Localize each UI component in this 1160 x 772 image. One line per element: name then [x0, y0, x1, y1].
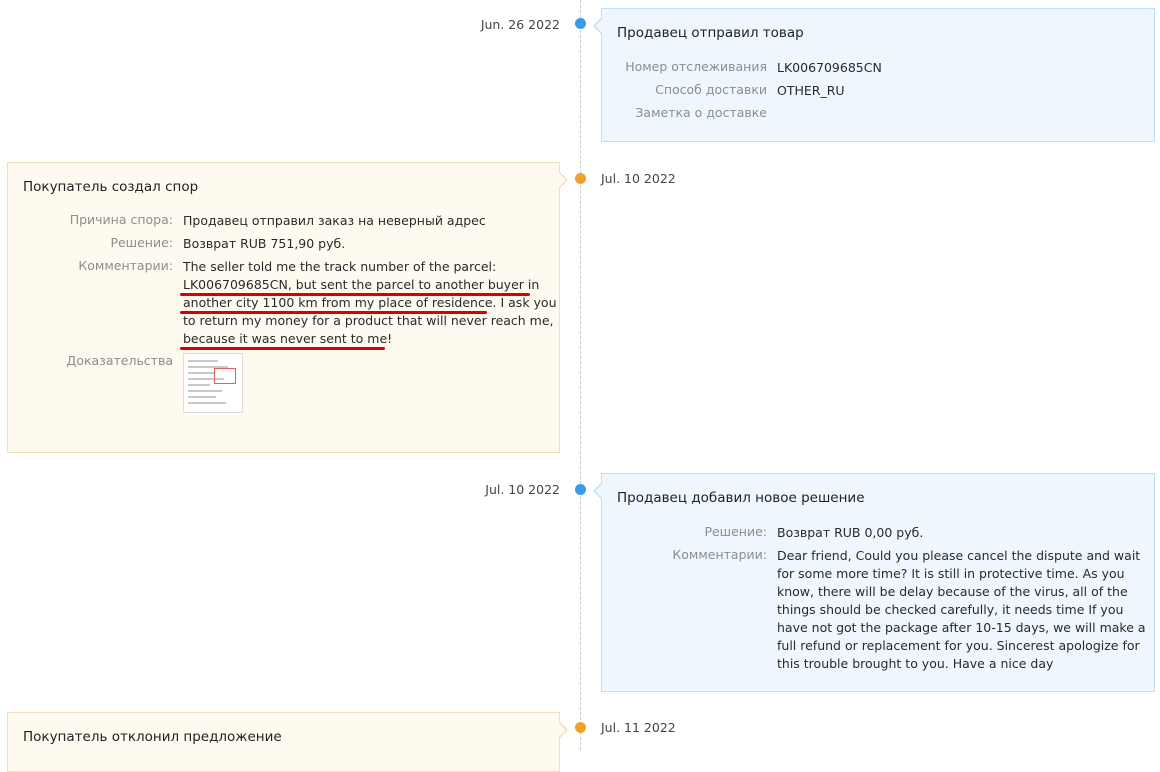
delivery-method: OTHER_RU: [777, 83, 845, 98]
event-title: Покупатель создал спор: [23, 179, 199, 195]
detail-row: Заметка о доставке: [602, 105, 777, 120]
comment-line: things should be checked carefully, it n…: [777, 602, 1124, 617]
buyer-event-marker: [575, 722, 586, 733]
event-title: Продавец добавил новое решение: [617, 490, 865, 506]
tracking-number: LK006709685CN: [777, 60, 882, 75]
seller-solution-card: Продавец добавил новое решение Решение: …: [593, 473, 1155, 692]
detail-label: Причина спора:: [69, 212, 173, 227]
requested-solution: Возврат RUB 751,90 руб.: [183, 236, 346, 251]
detail-row: Способ доставки OTHER_RU: [602, 82, 845, 100]
detail-row: Номер отслеживания LK006709685CN: [602, 59, 882, 77]
event-date: Jul. 11 2022: [601, 720, 676, 735]
detail-label: Комментарии:: [672, 547, 767, 562]
detail-row: Причина спора: Продавец отправил заказ н…: [8, 212, 486, 230]
comment-line: have not got the package after 10-15 day…: [777, 620, 1146, 635]
buyer-dispute-card: Покупатель создал спор Причина спора: Пр…: [7, 162, 568, 453]
event-date: Jul. 10 2022: [485, 482, 560, 497]
comment-line: know, there will be delay because of the…: [777, 584, 1128, 599]
detail-label: Комментарии:: [78, 258, 173, 273]
buyer-rejected-card: Покупатель отклонил предложение: [7, 712, 568, 772]
buyer-event-marker: [575, 173, 586, 184]
comment-line: this trouble brought to you. Have a nice…: [777, 656, 1054, 671]
comment-line: to return my money for a product that wi…: [183, 313, 554, 328]
seller-event-marker: [575, 484, 586, 495]
detail-row: Решение: Возврат RUB 751,90 руб.: [8, 235, 345, 253]
detail-label: Решение:: [704, 524, 767, 539]
detail-row: Решение: Возврат RUB 0,00 руб.: [602, 524, 923, 542]
comment-line: for some more time? It is still in prote…: [777, 566, 1125, 581]
detail-row: Комментарии: The seller told me the trac…: [8, 258, 557, 350]
timeline-axis: [580, 0, 581, 750]
detail-label: Заметка о доставке: [635, 105, 767, 120]
comment-line: LK006709685CN, but sent the parcel to an…: [180, 276, 557, 296]
buyer-comment: The seller told me the track number of t…: [180, 258, 557, 350]
comment-line: The seller told me the track number of t…: [183, 259, 497, 274]
comment-line: another city 1100 km from my place of re…: [180, 294, 557, 314]
event-date: Jun. 26 2022: [480, 17, 560, 32]
detail-label: Решение:: [110, 235, 173, 250]
detail-label: Доказательства: [66, 353, 173, 368]
comment-line: because it was never sent to me!: [180, 330, 557, 350]
comment-line: Dear friend, Could you please cancel the…: [777, 548, 1141, 563]
seller-shipped-card: Продавец отправил товар Номер отслеживан…: [593, 8, 1155, 142]
event-title: Продавец отправил товар: [617, 25, 804, 41]
evidence-image-thumbnail[interactable]: [183, 353, 243, 413]
seller-event-marker: [575, 18, 586, 29]
red-underline-annotation: [180, 347, 385, 350]
event-title: Покупатель отклонил предложение: [23, 729, 282, 745]
proposed-solution: Возврат RUB 0,00 руб.: [777, 525, 924, 540]
seller-comment: Dear friend, Could you please cancel the…: [777, 547, 1146, 673]
detail-label: Способ доставки: [655, 82, 767, 97]
detail-label: Номер отслеживания: [625, 59, 767, 74]
detail-row: Доказательства: [8, 353, 243, 413]
detail-row: Комментарии: Dear friend, Could you plea…: [602, 547, 1146, 673]
event-date: Jul. 10 2022: [601, 171, 676, 186]
comment-line: full refund or replacement for you. Sinc…: [777, 638, 1140, 653]
dispute-reason: Продавец отправил заказ на неверный адре…: [183, 213, 486, 228]
